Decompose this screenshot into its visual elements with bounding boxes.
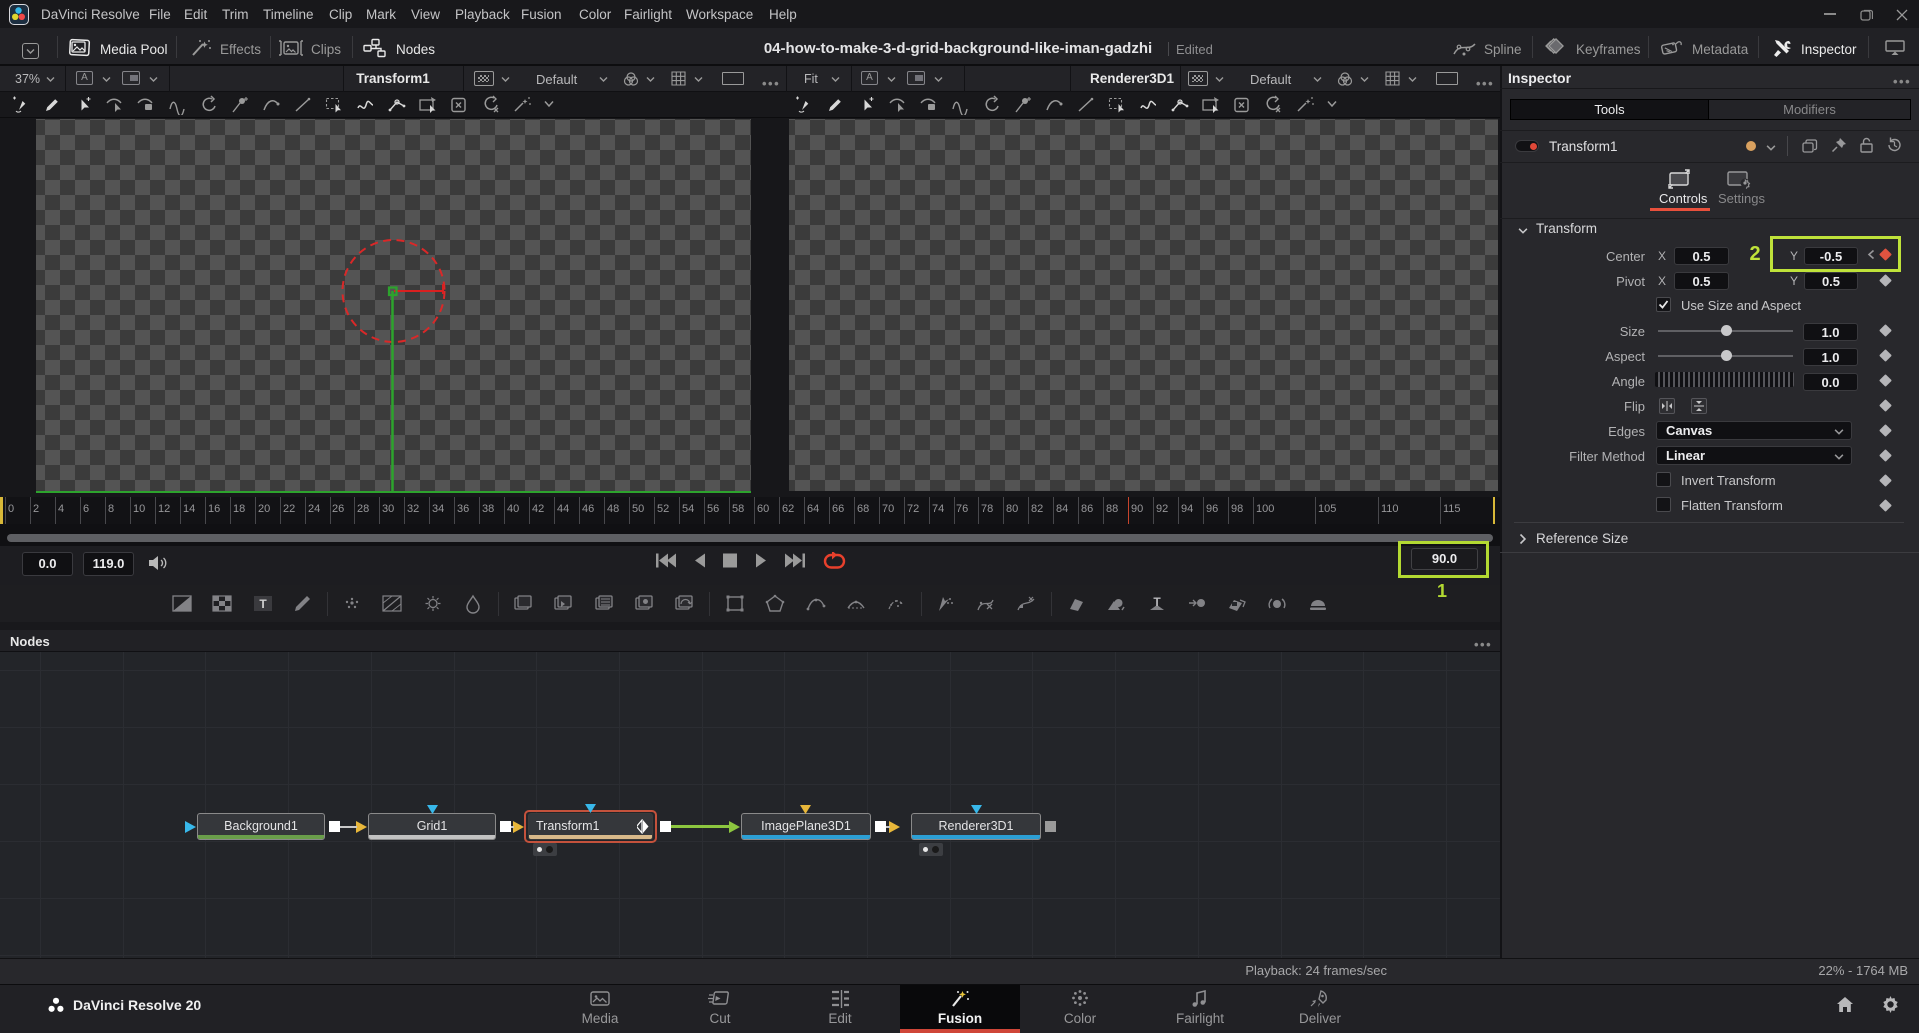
svg-text:T: T: [1153, 595, 1161, 609]
svg-text:T: T: [259, 597, 267, 611]
